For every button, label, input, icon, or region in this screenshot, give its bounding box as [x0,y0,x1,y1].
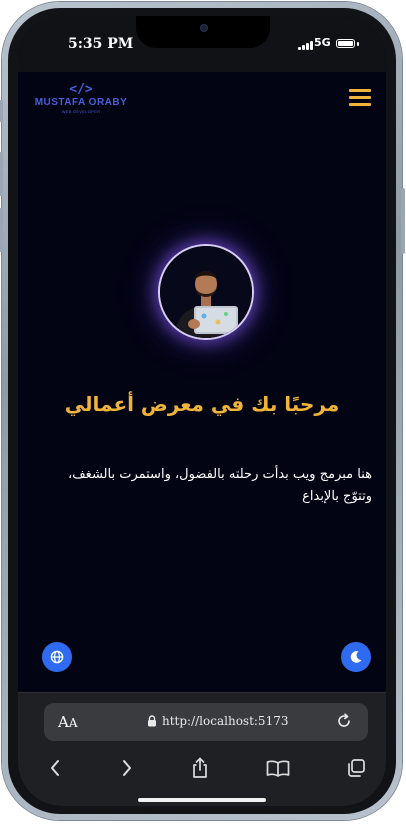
site-logo[interactable]: </> MUSTAFA ORABY WEB DEVELOPER [32,82,130,115]
tabs-button[interactable] [341,753,371,783]
battery-tip [357,42,359,46]
lock-icon [148,715,156,727]
status-bar: 5:35 PM 5G [18,16,386,72]
phone-screen: 5:35 PM 5G </> MUSTAFA ORABY WEB DEVELOP… [18,16,386,806]
forward-button[interactable] [112,753,142,783]
language-button[interactable] [42,642,72,672]
logo-code-icon: </> [69,82,93,97]
hero-title: مرحبًا بك في معرض أعمالي [64,392,340,416]
silent-switch [0,100,3,122]
text-size-button[interactable]: AA [58,712,78,731]
notch [136,16,270,48]
chevron-left-icon [51,760,59,776]
phone-frame: 5:35 PM 5G </> MUSTAFA ORABY WEB DEVELOP… [0,2,405,820]
network-type: 5G [314,36,331,49]
home-indicator [138,798,266,802]
volume-up-button [0,152,3,196]
power-button [401,188,405,254]
address-bar[interactable]: AA http://localhost:5173 [44,703,368,741]
browser-toolbar: AA http://localhost:5173 [18,692,386,806]
status-time: 5:35 PM [68,36,134,52]
battery-icon [336,39,355,48]
tabs-icon [348,759,365,777]
reload-icon[interactable] [335,712,353,730]
share-button[interactable] [185,753,215,783]
share-icon [193,757,207,778]
front-camera [200,24,208,32]
chevron-right-icon [123,760,131,776]
browser-nav-row [18,753,386,783]
avatar-photo [160,246,252,338]
globe-icon [50,650,64,664]
book-icon [266,760,290,777]
moon-icon [350,651,362,663]
hamburger-icon[interactable] [349,89,371,107]
volume-down-button [0,208,3,252]
url-text: http://localhost:5173 [162,714,289,728]
hero-description: هنا مبرمج ويب بدأت رحلته بالفضول، واستمر… [68,467,372,504]
signal-icon [298,41,313,50]
site-header: </> MUSTAFA ORABY WEB DEVELOPER [18,72,386,130]
logo-subtitle: WEB DEVELOPER [61,109,101,114]
bookmarks-button[interactable] [263,753,293,783]
logo-name: MUSTAFA ORABY [34,97,128,108]
profile-avatar [158,244,254,340]
theme-toggle-button[interactable] [341,642,371,672]
back-button[interactable] [40,753,70,783]
